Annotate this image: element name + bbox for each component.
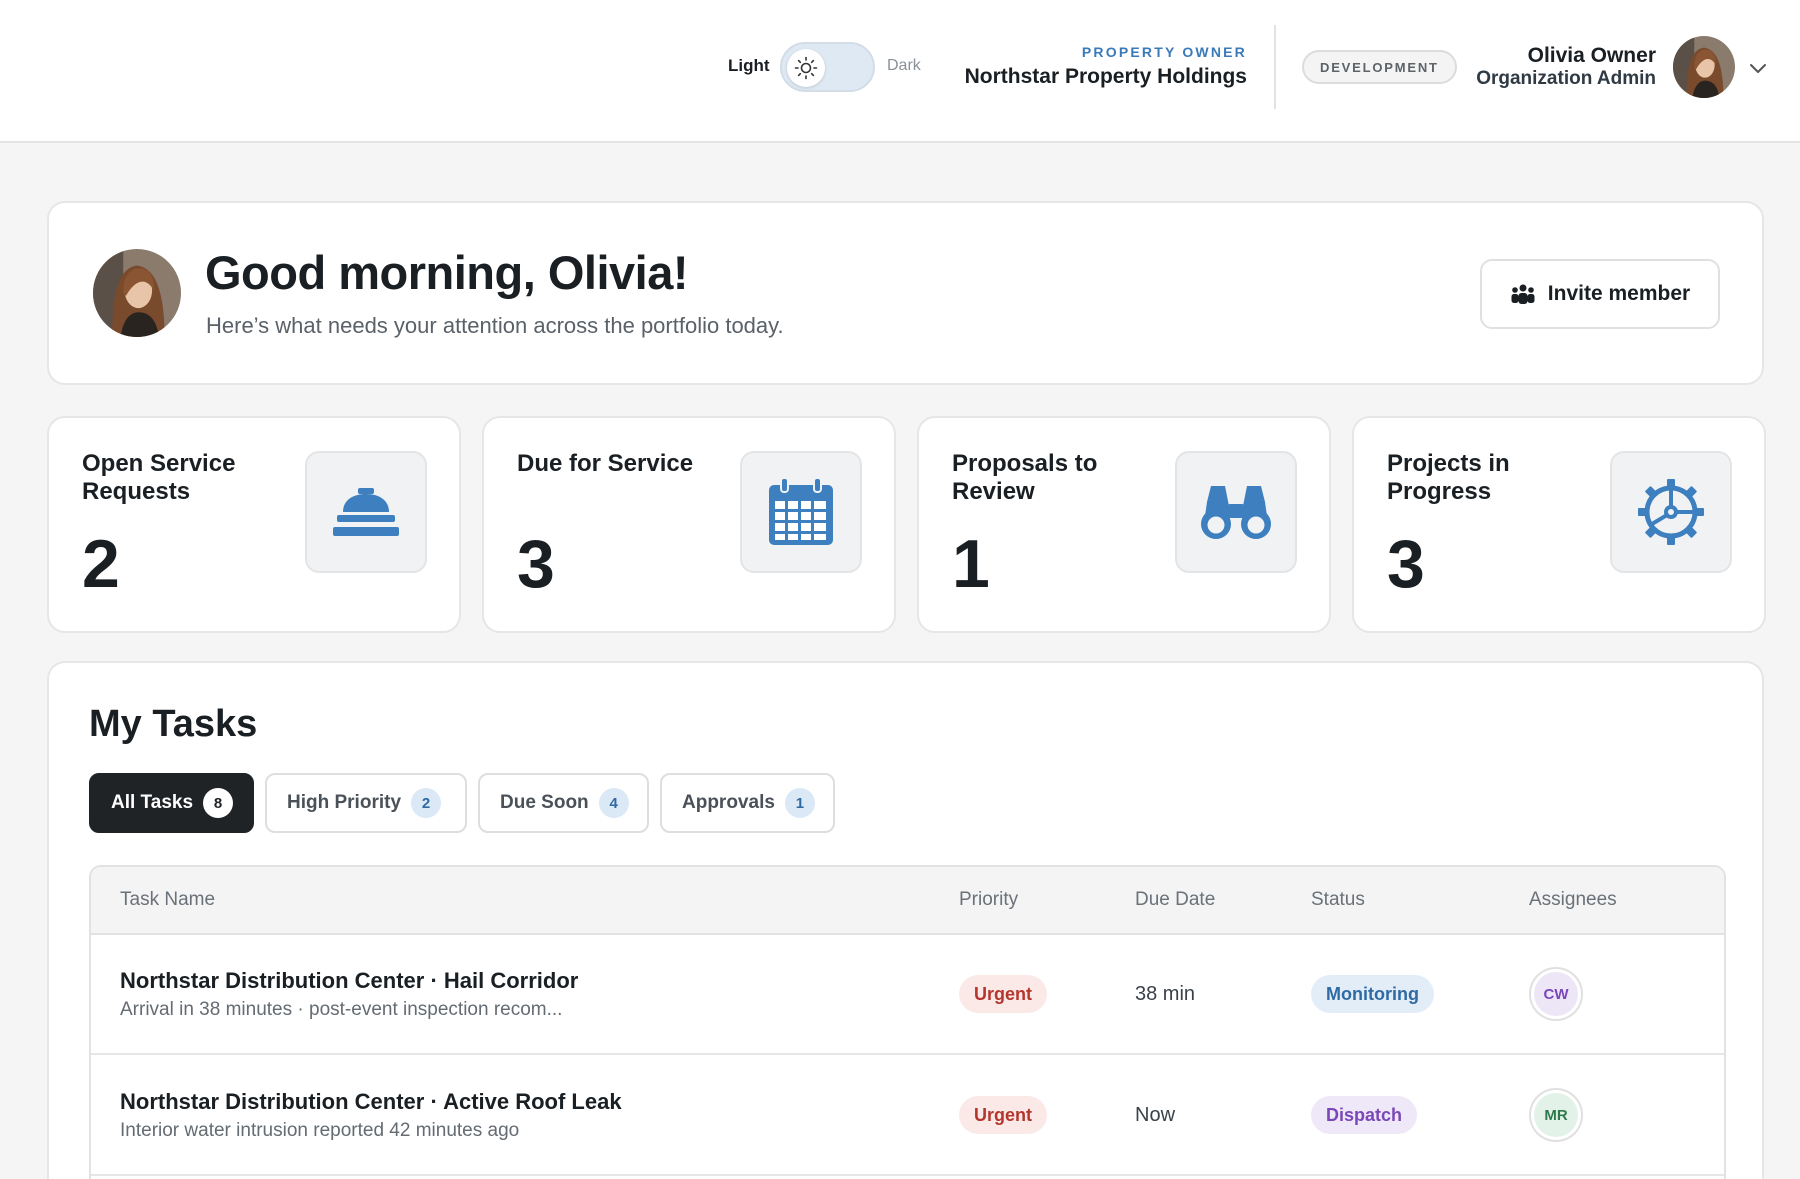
stat-card-proposals-to-review[interactable]: Proposals to Review 1 xyxy=(917,416,1331,633)
theme-dark-label: Dark xyxy=(887,57,921,74)
service-bell-icon xyxy=(333,488,399,536)
task-description: Interior water intrusion reported 42 min… xyxy=(120,1120,520,1141)
priority-badge: Urgent xyxy=(959,1096,1047,1134)
tab-label: Approvals xyxy=(682,792,775,813)
chevron-down-icon[interactable] xyxy=(1748,58,1768,78)
stat-card-open-service-requests[interactable]: Open Service Requests 2 xyxy=(47,416,461,633)
environment-badge: DEVELOPMENT xyxy=(1302,50,1457,84)
stat-label: Open Service Requests xyxy=(82,450,236,505)
stat-value: 2 xyxy=(82,526,120,602)
stat-card-projects-in-progress[interactable]: Projects in Progress 3 xyxy=(1352,416,1766,633)
stat-value: 3 xyxy=(1387,526,1425,602)
table-header: Task Name Priority Due Date Status Assig… xyxy=(91,867,1724,935)
column-header-assignees[interactable]: Assignees xyxy=(1529,889,1617,911)
tab-label: High Priority xyxy=(287,792,402,813)
stat-label: Proposals to Review xyxy=(952,450,1098,505)
binoculars-icon xyxy=(1201,486,1271,539)
due-date: 38 min xyxy=(1135,983,1196,1005)
header-divider xyxy=(1274,25,1276,109)
org-name: Northstar Property Holdings xyxy=(964,65,1247,88)
avatar-portrait-icon xyxy=(93,249,181,337)
user-name: Olivia Owner xyxy=(1527,44,1656,67)
tab-count-badge: 2 xyxy=(411,788,442,818)
users-icon xyxy=(1511,284,1535,304)
sun-icon xyxy=(794,56,818,80)
theme-light-label: Light xyxy=(728,56,770,75)
org-role: PROPERTY OWNER xyxy=(1081,44,1247,60)
theme-toggle-knob xyxy=(787,49,825,87)
stat-label: Due for Service xyxy=(517,450,694,477)
stat-icon-tile xyxy=(740,451,862,573)
greeting-title: Good morning, Olivia! xyxy=(205,246,689,299)
due-date: Now xyxy=(1135,1104,1176,1126)
table-row[interactable]: Northstar Distribution Center · Active R… xyxy=(91,1056,1724,1176)
task-name[interactable]: Northstar Distribution Center · Active R… xyxy=(120,1089,622,1115)
stat-label: Projects in Progress xyxy=(1387,450,1510,505)
tab-high-priority[interactable]: High Priority 2 xyxy=(265,773,467,833)
column-header-priority[interactable]: Priority xyxy=(959,889,1018,911)
priority-badge: Urgent xyxy=(959,975,1047,1013)
user-role: Organization Admin xyxy=(1476,68,1656,89)
assignee-initials: CW xyxy=(1534,972,1578,1016)
status-badge: Dispatch xyxy=(1311,1096,1418,1134)
welcome-card: Good morning, Olivia! Here’s what needs … xyxy=(47,201,1764,385)
column-header-due-date[interactable]: Due Date xyxy=(1135,889,1215,911)
tab-count-badge: 8 xyxy=(203,788,234,818)
stat-icon-tile xyxy=(1610,451,1732,573)
tab-count-badge: 4 xyxy=(598,788,629,818)
assignee-avatar[interactable]: CW xyxy=(1529,967,1583,1021)
tab-label: Due Soon xyxy=(500,792,589,813)
assignee-initials: MR xyxy=(1534,1093,1578,1137)
my-tasks-title: My Tasks xyxy=(89,703,258,745)
status-badge: Monitoring xyxy=(1311,975,1434,1013)
tab-all-tasks[interactable]: All Tasks 8 xyxy=(89,773,254,833)
calendar-icon xyxy=(769,477,833,545)
column-header-task-name[interactable]: Task Name xyxy=(120,889,215,911)
table-row[interactable]: Northstar Distribution Center · Hail Cor… xyxy=(91,935,1724,1055)
my-tasks-card: My Tasks All Tasks 8 High Priority 2 Due… xyxy=(47,661,1764,1179)
gear-icon xyxy=(1638,479,1704,545)
assignee-avatar[interactable]: MR xyxy=(1529,1088,1583,1142)
stat-icon-tile xyxy=(1175,451,1297,573)
stat-card-due-for-service[interactable]: Due for Service 3 xyxy=(482,416,896,633)
task-description: Arrival in 38 minutes · post-event inspe… xyxy=(120,999,563,1020)
invite-member-label: Invite member xyxy=(1547,282,1691,305)
task-name[interactable]: Northstar Distribution Center · Hail Cor… xyxy=(120,968,578,994)
stat-value: 3 xyxy=(517,526,555,602)
theme-toggle[interactable] xyxy=(780,42,875,92)
stat-value: 1 xyxy=(952,526,990,602)
invite-member-button[interactable]: Invite member xyxy=(1480,259,1720,329)
user-avatar[interactable] xyxy=(1673,36,1735,98)
stat-icon-tile xyxy=(305,451,427,573)
tab-approvals[interactable]: Approvals 1 xyxy=(660,773,835,833)
welcome-avatar xyxy=(93,249,181,337)
tab-label: All Tasks xyxy=(111,792,194,813)
tab-due-soon[interactable]: Due Soon 4 xyxy=(478,773,649,833)
tab-count-badge: 1 xyxy=(784,788,815,818)
avatar-portrait-icon xyxy=(1673,36,1735,98)
greeting-subtitle: Here’s what needs your attention across … xyxy=(206,313,784,338)
column-header-status[interactable]: Status xyxy=(1311,889,1365,911)
tasks-table: Task Name Priority Due Date Status Assig… xyxy=(89,865,1726,1179)
top-bar: Light Dark PROPERTY OWNER Northstar Prop… xyxy=(0,0,1800,143)
